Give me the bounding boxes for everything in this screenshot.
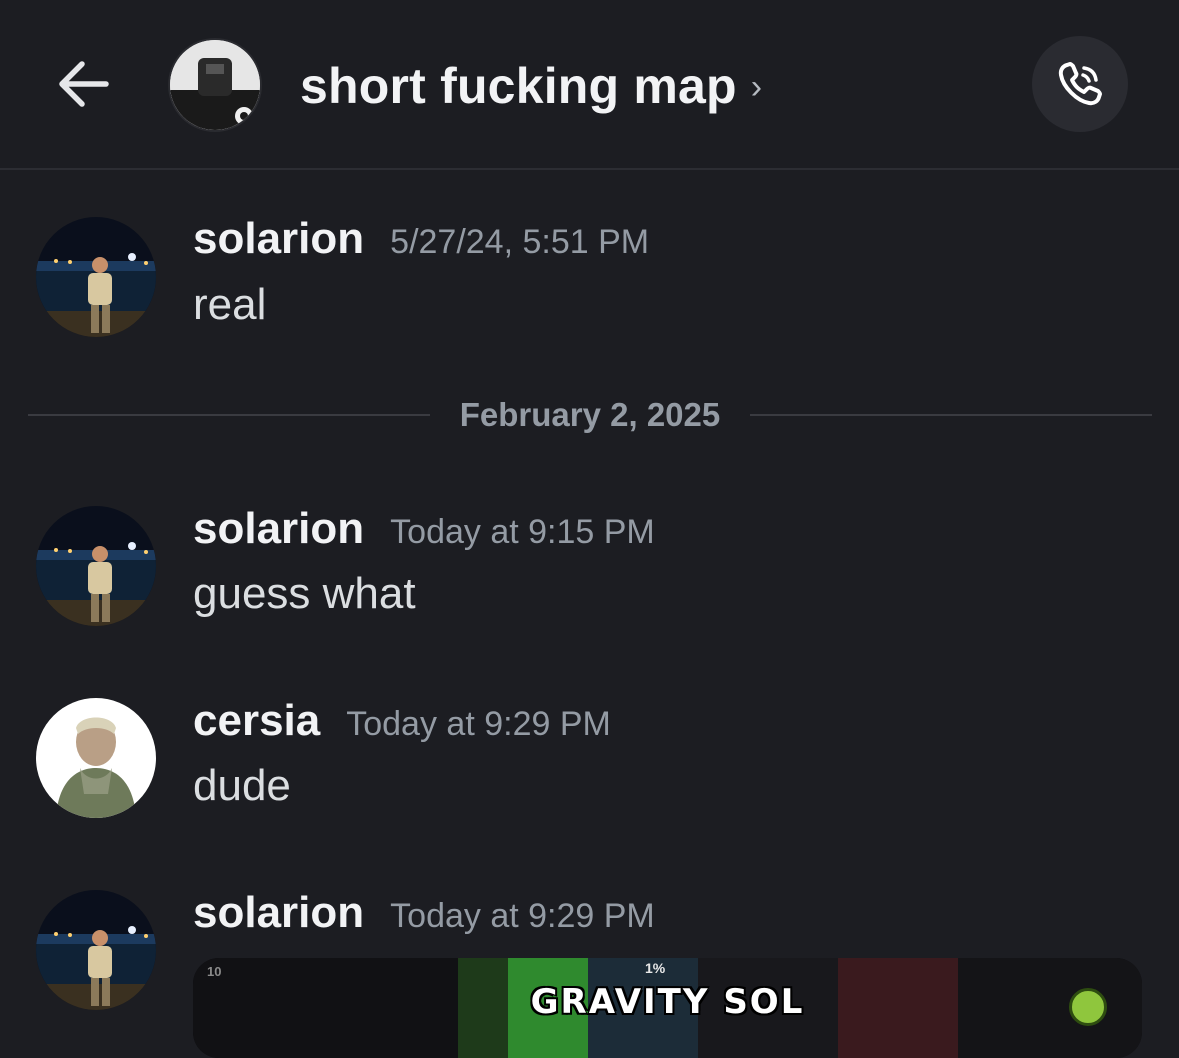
image-attachment[interactable]: 10 1% GRAVITY SOL	[193, 958, 1142, 1058]
message-timestamp: Today at 9:15 PM	[390, 513, 655, 551]
avatar[interactable]	[36, 890, 156, 1010]
date-divider: February 2, 2025	[28, 392, 1152, 440]
message-meta: solarion Today at 9:29 PM	[193, 888, 655, 938]
coin-icon	[1069, 988, 1107, 1026]
avatar-image	[36, 698, 156, 818]
avatar-image	[36, 506, 156, 626]
chevron-right-icon: ›	[750, 67, 763, 106]
message-author[interactable]: solarion	[193, 214, 364, 264]
message-meta: cersia Today at 9:29 PM	[193, 696, 611, 746]
message-author[interactable]: solarion	[193, 888, 364, 938]
avatar-image	[36, 217, 156, 337]
call-button[interactable]	[1032, 36, 1128, 132]
message-content: dude	[193, 761, 291, 810]
message-timestamp: Today at 9:29 PM	[390, 897, 655, 935]
avatar[interactable]	[36, 698, 156, 818]
embed-progress: 1%	[645, 960, 666, 976]
message-meta: solarion 5/27/24, 5:51 PM	[193, 214, 649, 264]
message-content: real	[193, 280, 267, 329]
message-timestamp: 5/27/24, 5:51 PM	[390, 223, 650, 261]
chat-header: short fucking map ›	[0, 0, 1179, 170]
arrow-left-icon	[59, 61, 109, 107]
embed-game-title: GRAVITY SOL	[530, 982, 805, 1022]
message-content: guess what	[193, 569, 416, 618]
group-avatar-image	[170, 40, 260, 130]
message-meta: solarion Today at 9:15 PM	[193, 504, 655, 554]
message-author[interactable]: cersia	[193, 696, 320, 746]
group-title-button[interactable]: short fucking map ›	[300, 54, 762, 118]
message-author[interactable]: solarion	[193, 504, 364, 554]
message-timestamp: Today at 9:29 PM	[346, 705, 611, 743]
date-divider-label: February 2, 2025	[459, 396, 721, 433]
phone-call-icon	[1058, 62, 1102, 106]
embed-level-label: 10	[207, 964, 222, 979]
avatar[interactable]	[36, 506, 156, 626]
group-avatar[interactable]	[168, 38, 262, 132]
group-title: short fucking map	[300, 58, 737, 114]
back-button[interactable]	[52, 52, 116, 116]
avatar-image	[36, 890, 156, 1010]
avatar[interactable]	[36, 217, 156, 337]
